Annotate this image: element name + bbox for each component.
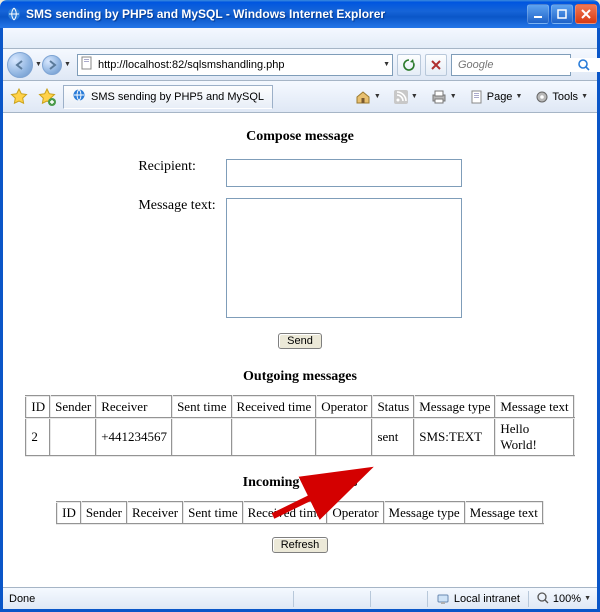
page-content: Compose message Recipient: Message text:… [3,113,597,587]
refresh-button[interactable] [397,54,421,76]
col-msg-text: Message text [465,502,543,524]
feeds-button[interactable]: ▼ [389,86,423,108]
print-button[interactable]: ▼ [426,86,462,108]
close-button[interactable] [575,4,597,24]
col-id: ID [57,502,81,524]
address-dropdown[interactable]: ▼ [383,61,390,68]
col-received-time: Received time [232,396,317,418]
page-menu[interactable]: Page▼ [465,86,528,108]
message-label: Message text: [134,196,219,325]
compose-heading: Compose message [23,129,577,145]
page-icon [80,56,94,73]
col-sent-time: Sent time [183,502,242,524]
browser-tab[interactable]: SMS sending by PHP5 and MySQL [63,85,273,109]
computer-icon [436,592,450,606]
add-favorite-button[interactable] [35,85,59,109]
ie-icon [6,6,22,22]
cell-msg-type: SMS:TEXT [414,418,495,456]
table-row: 2 +441234567 sent SMS:TEXT Hello World! [26,418,573,456]
col-msg-type: Message type [384,502,465,524]
window-title: SMS sending by PHP5 and MySQL - Windows … [26,7,527,21]
stop-button[interactable] [425,54,447,76]
tab-title: SMS sending by PHP5 and MySQL [91,91,264,103]
table-header-row: ID Sender Receiver Sent time Received ti… [57,502,543,524]
col-receiver: Receiver [127,502,183,524]
col-sender: Sender [50,396,96,418]
cell-status: sent [372,418,414,456]
address-toolbar: ▼ ▼ ▼ [3,49,597,81]
maximize-button[interactable] [551,4,573,24]
cell-sent-time [172,418,231,456]
col-operator: Operator [316,396,372,418]
search-button[interactable] [575,55,593,75]
status-bar: Done Local intranet 100% ▼ [3,587,597,609]
home-button[interactable]: ▼ [350,86,386,108]
status-text: Done [9,593,35,605]
search-box[interactable] [451,54,571,76]
col-id: ID [26,396,50,418]
outgoing-table: ID Sender Receiver Sent time Received ti… [25,395,574,457]
tools-menu[interactable]: Tools▼ [530,86,593,108]
incoming-table: ID Sender Receiver Sent time Received ti… [56,501,544,525]
recipient-label: Recipient: [134,157,219,194]
col-status: Status [372,396,414,418]
cell-receiver: +441234567 [96,418,172,456]
outgoing-heading: Outgoing messages [23,369,577,385]
cell-sender [50,418,96,456]
ie-icon [72,88,86,105]
cell-id: 2 [26,418,50,456]
zoom-control[interactable]: 100% ▼ [537,592,591,605]
col-operator: Operator [327,502,383,524]
tab-toolbar: SMS sending by PHP5 and MySQL ▼ ▼ ▼ Page… [3,81,597,113]
address-bar[interactable]: ▼ [77,54,393,76]
menu-bar [3,28,597,49]
cell-msg-text: Hello World! [495,418,573,456]
back-button[interactable] [7,52,33,78]
col-msg-type: Message type [414,396,495,418]
refresh-page-button[interactable]: Refresh [272,537,329,553]
cell-received-time [232,418,317,456]
incoming-heading: Incoming messages [23,475,577,491]
forward-history-dropdown[interactable]: ▼ [62,61,73,68]
table-header-row: ID Sender Receiver Sent time Received ti… [26,396,573,418]
message-input[interactable] [226,198,462,318]
col-received-time: Received time [243,502,328,524]
send-button[interactable]: Send [278,333,322,349]
security-zone: Local intranet [436,592,520,606]
col-msg-text: Message text [495,396,573,418]
col-sender: Sender [81,502,127,524]
col-sent-time: Sent time [172,396,231,418]
minimize-button[interactable] [527,4,549,24]
window-titlebar: SMS sending by PHP5 and MySQL - Windows … [0,0,600,28]
zoom-icon [537,592,550,605]
recipient-input[interactable] [226,159,462,187]
col-receiver: Receiver [96,396,172,418]
cell-operator [316,418,372,456]
address-input[interactable] [98,57,379,73]
forward-button[interactable] [42,55,62,75]
favorites-button[interactable] [7,85,31,109]
